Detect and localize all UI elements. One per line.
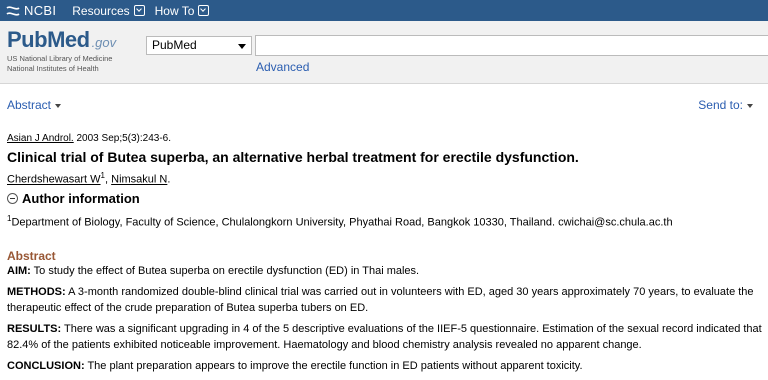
author-information-toggle[interactable]: Author information: [7, 191, 140, 206]
logo-subtitle-1: US National Library of Medicine: [7, 54, 113, 63]
logo-gov: .gov: [91, 35, 117, 50]
logo-med: Med: [47, 27, 90, 52]
article-title: Clinical trial of Butea superba, an alte…: [7, 149, 579, 165]
database-select-value: PubMed: [152, 38, 197, 52]
send-to-label: Send to:: [698, 98, 743, 112]
section-text: A 3-month randomized double-blind clinic…: [7, 286, 754, 314]
journal-link[interactable]: Asian J Androl.: [7, 133, 74, 144]
section-label: METHODS:: [7, 286, 66, 298]
section-text: There was a significant upgrading in 4 o…: [7, 323, 762, 351]
abstract-section-conclusion: CONCLUSION: The plant preparation appear…: [7, 358, 763, 374]
section-text: The plant preparation appears to improve…: [84, 360, 583, 372]
caret-down-icon: [55, 103, 62, 108]
section-label: CONCLUSION:: [7, 360, 85, 372]
abstract-section-aim: AIM: To study the effect of Butea superb…: [7, 263, 763, 279]
abstract-section-results: RESULTS: There was a significant upgradi…: [7, 321, 763, 353]
dropdown-arrow-icon: [238, 44, 246, 49]
author-link[interactable]: Cherdshewasart W: [7, 174, 101, 186]
ncbi-brand: NCBI: [24, 3, 57, 18]
search-input[interactable]: [255, 35, 768, 56]
collapse-icon: [7, 193, 18, 204]
affiliation: 1Department of Biology, Faculty of Scien…: [7, 214, 673, 229]
logo-pub: Pub: [7, 27, 48, 52]
section-label: AIM:: [7, 265, 31, 277]
how-to-menu[interactable]: How To: [155, 4, 210, 18]
chevron-down-icon: [133, 5, 145, 16]
author-list-end: .: [167, 173, 171, 186]
database-select[interactable]: PubMed: [146, 36, 252, 55]
section-text: To study the effect of Butea superba on …: [30, 265, 420, 277]
citation-details: 2003 Sep;5(3):243-6.: [73, 133, 172, 144]
author-info-heading: Author information: [22, 191, 140, 206]
abstract-section-methods: METHODS: A 3-month randomized double-bli…: [7, 284, 763, 316]
pubmed-header: PubMed .gov US National Library of Medici…: [0, 21, 768, 84]
send-to-menu[interactable]: Send to:: [698, 98, 753, 112]
author-list: Cherdshewasart W1, Nimsakul N.: [7, 171, 170, 186]
affiliation-text: Department of Biology, Faculty of Scienc…: [11, 216, 673, 229]
caret-down-icon: [747, 103, 753, 108]
section-label: RESULTS:: [7, 323, 62, 335]
advanced-search-link[interactable]: Advanced: [256, 60, 309, 74]
citation: Asian J Androl. 2003 Sep;5(3):243-6.: [7, 133, 171, 144]
pubmed-logo[interactable]: PubMed .gov US National Library of Medici…: [7, 27, 116, 73]
format-selector[interactable]: Abstract: [7, 98, 62, 112]
how-to-label: How To: [154, 3, 195, 18]
resources-label: Resources: [72, 3, 130, 18]
ncbi-top-bar: NCBI Resources How To: [0, 0, 768, 21]
format-label: Abstract: [7, 98, 52, 112]
abstract-heading: Abstract: [7, 249, 56, 263]
logo-subtitle-2: National Institutes of Health: [7, 64, 99, 73]
ncbi-logo-icon: [6, 5, 20, 16]
author-link[interactable]: Nimsakul N: [111, 174, 167, 186]
chevron-down-icon: [198, 5, 210, 16]
resources-menu[interactable]: Resources: [72, 3, 145, 18]
ncbi-home-link[interactable]: NCBI: [6, 3, 56, 18]
